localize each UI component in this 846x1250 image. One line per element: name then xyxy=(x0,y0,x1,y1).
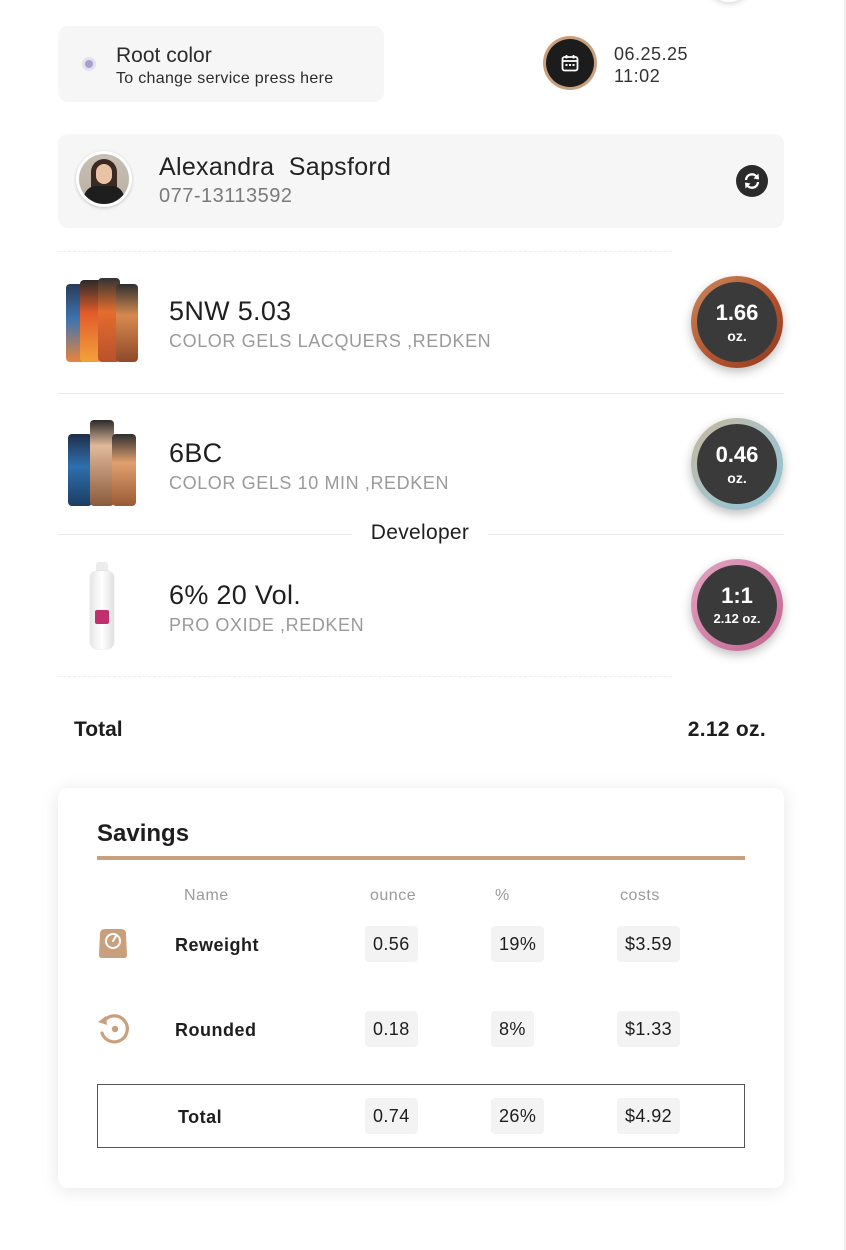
product-brand: COLOR GELS LACQUERS ,REDKEN xyxy=(169,331,492,351)
savings-row-cost: $3.59 xyxy=(617,926,681,962)
amount-value: 1.66 xyxy=(715,300,759,325)
rounding-icon xyxy=(98,1014,129,1044)
service-selector[interactable]: Root color To change service press here xyxy=(58,26,384,102)
service-dot-icon xyxy=(82,57,96,71)
ratio-value: 1:1 xyxy=(721,583,753,608)
savings-row-name: Reweight xyxy=(175,935,260,955)
column-header-percent: % xyxy=(495,887,510,904)
column-header-name: Name xyxy=(184,887,229,904)
product-name: 5NW 5.03 xyxy=(169,296,292,326)
savings-total-percent: 26% xyxy=(491,1098,545,1134)
divider xyxy=(58,251,672,252)
product-image-5nw xyxy=(64,278,140,364)
ratio-amount: 2.12 oz. xyxy=(713,611,761,626)
product-image-6bc xyxy=(66,420,138,508)
client-avatar xyxy=(76,151,132,207)
savings-row-percent: 19% xyxy=(491,926,545,962)
product-image-developer xyxy=(90,562,114,650)
amount-value: 0.46 xyxy=(715,442,759,467)
savings-row-name: Rounded xyxy=(175,1020,257,1040)
product-brand: PRO OXIDE ,REDKEN xyxy=(169,615,365,635)
scale-icon xyxy=(99,929,127,958)
developer-ratio-button[interactable]: 1:1 2.12 oz. xyxy=(691,559,783,651)
savings-card: Savings Name ounce % costs Reweight 0.56… xyxy=(58,788,784,1188)
top-floating-button[interactable] xyxy=(706,0,752,2)
product-name: 6BC xyxy=(169,438,223,468)
client-card[interactable]: Alexandra Sapsford 077-13113592 xyxy=(58,134,784,228)
appointment-date: 06.25.25 xyxy=(614,44,689,64)
product-amount-button[interactable]: 0.46 oz. xyxy=(691,418,783,510)
column-header-ounce: ounce xyxy=(370,887,417,904)
total-label: Total xyxy=(74,718,123,741)
savings-total-ounce: 0.74 xyxy=(365,1098,418,1134)
total-value: 2.12 oz. xyxy=(687,718,766,741)
appointment-datetime: 06.25.25 11:02 xyxy=(614,43,688,87)
savings-total-row: Total 0.74 26% $4.92 xyxy=(97,1084,745,1148)
savings-total-cost: $4.92 xyxy=(617,1098,681,1134)
savings-row-percent: 8% xyxy=(491,1011,534,1047)
divider xyxy=(58,393,784,394)
client-phone: 077-13113592 xyxy=(159,185,293,207)
service-subtitle: To change service press here xyxy=(116,70,334,87)
savings-row-cost: $1.33 xyxy=(617,1011,681,1047)
client-name: Alexandra Sapsford xyxy=(159,153,392,181)
savings-title: Savings xyxy=(97,820,190,847)
developer-section-label: Developer xyxy=(352,521,488,545)
switch-client-button[interactable] xyxy=(736,165,768,197)
product-brand: COLOR GELS 10 MIN ,REDKEN xyxy=(169,473,450,493)
amount-unit: oz. xyxy=(727,328,747,344)
calendar-button[interactable] xyxy=(543,36,597,90)
savings-row-ounce: 0.56 xyxy=(365,926,418,962)
divider xyxy=(58,676,672,677)
service-title: Root color xyxy=(116,44,212,67)
savings-title-underline xyxy=(97,856,745,860)
product-amount-button[interactable]: 1.66 oz. xyxy=(691,276,783,368)
refresh-icon xyxy=(744,173,760,189)
product-name: 6% 20 Vol. xyxy=(169,580,302,610)
amount-unit: oz. xyxy=(727,470,747,486)
appointment-time: 11:02 xyxy=(614,66,661,86)
savings-total-label: Total xyxy=(178,1107,223,1127)
savings-row-ounce: 0.18 xyxy=(365,1011,418,1047)
calendar-icon xyxy=(546,39,594,87)
column-header-costs: costs xyxy=(620,887,660,904)
